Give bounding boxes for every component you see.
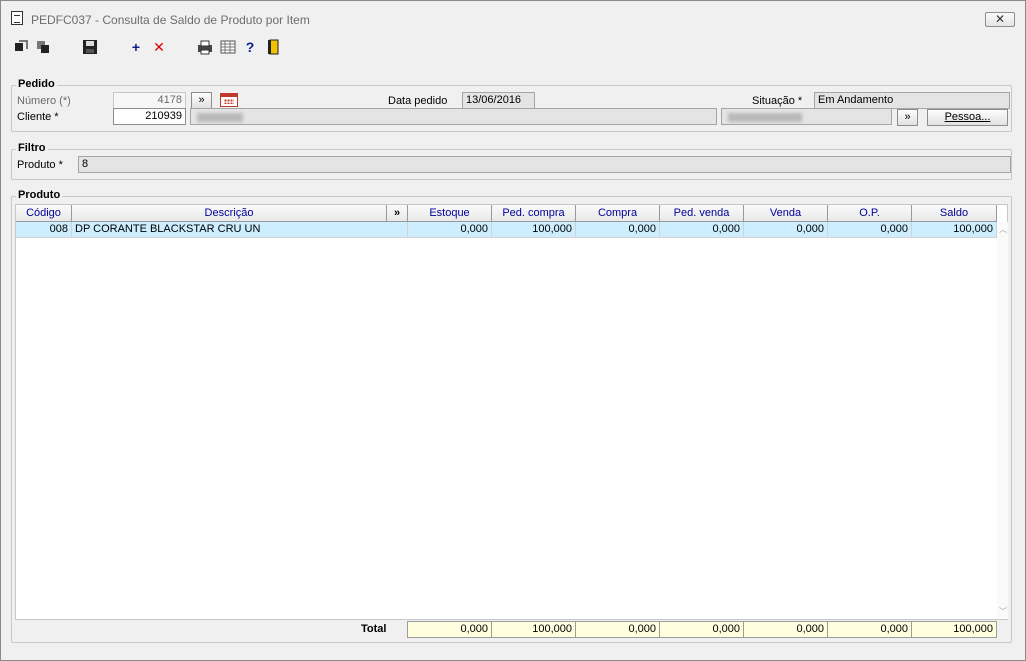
first-record-icon[interactable]: [13, 39, 29, 55]
cliente-document-field: [721, 108, 892, 125]
total-compra: 0,000: [575, 621, 660, 638]
cell-venda[interactable]: 0,000: [744, 222, 828, 238]
grid-header: Código Descrição » Estoque Ped. compra C…: [16, 205, 997, 222]
close-button[interactable]: ✕: [985, 12, 1015, 27]
print-icon[interactable]: [197, 39, 213, 55]
col-compra[interactable]: Compra: [576, 205, 660, 221]
total-saldo: 100,000: [911, 621, 997, 638]
produto-legend: Produto: [16, 189, 63, 201]
cliente-name-field: [190, 108, 717, 125]
cliente-lookup-button[interactable]: »: [897, 109, 918, 126]
cliente-field[interactable]: 210939: [113, 108, 186, 125]
produto-filter-label: Produto *: [17, 159, 63, 171]
spreadsheet-icon[interactable]: [220, 39, 236, 55]
help-icon[interactable]: ?: [242, 39, 258, 55]
data-pedido-field: 13/06/2016: [462, 92, 535, 109]
cell-saldo[interactable]: 100,000: [912, 222, 997, 238]
numero-label: Número (*): [17, 95, 71, 107]
col-descricao[interactable]: Descrição: [72, 205, 387, 221]
filtro-legend: Filtro: [16, 142, 48, 154]
title-bar: PEDFC037 - Consulta de Saldo de Produto …: [1, 1, 1025, 33]
document-icon: [11, 11, 23, 25]
cell-ped-venda[interactable]: 0,000: [660, 222, 744, 238]
situacao-field: Em Andamento: [814, 92, 1010, 109]
total-ped-venda: 0,000: [659, 621, 744, 638]
window-title: PEDFC037 - Consulta de Saldo de Produto …: [31, 13, 310, 27]
total-estoque: 0,000: [407, 621, 492, 638]
col-codigo[interactable]: Código: [16, 205, 72, 221]
table-row[interactable]: 008 DP CORANTE BLACKSTAR CRU UN 0,000 10…: [16, 222, 997, 238]
cell-ped-compra[interactable]: 100,000: [492, 222, 576, 238]
col-estoque[interactable]: Estoque: [408, 205, 492, 221]
total-op: 0,000: [827, 621, 912, 638]
delete-icon[interactable]: ✕: [151, 39, 167, 55]
calendar-icon[interactable]: [220, 93, 238, 107]
cell-descricao[interactable]: DP CORANTE BLACKSTAR CRU UN: [72, 222, 408, 238]
col-ped-venda[interactable]: Ped. venda: [660, 205, 744, 221]
produto-grid: Código Descrição » Estoque Ped. compra C…: [15, 204, 1008, 620]
add-icon[interactable]: +: [128, 39, 144, 55]
numero-field[interactable]: 4178: [113, 92, 186, 109]
produto-filter-field: 8: [78, 156, 1011, 173]
pessoa-button[interactable]: Pessoa...: [927, 109, 1008, 126]
col-ped-compra[interactable]: Ped. compra: [492, 205, 576, 221]
cell-codigo[interactable]: 008: [16, 222, 72, 238]
exit-icon[interactable]: [266, 39, 282, 55]
scroll-down-icon[interactable]: ﹀: [999, 608, 1007, 616]
expand-columns-button[interactable]: »: [387, 205, 408, 221]
data-pedido-label: Data pedido: [388, 95, 448, 107]
scroll-up-icon[interactable]: ︿: [999, 226, 1007, 234]
situacao-label: Situação *: [752, 95, 803, 107]
grid-scrollbar[interactable]: ︿ ﹀: [997, 222, 1008, 619]
cliente-label: Cliente *: [17, 111, 59, 123]
total-venda: 0,000: [743, 621, 828, 638]
numero-lookup-button[interactable]: »: [191, 92, 212, 109]
total-label: Total: [361, 623, 387, 635]
pedido-legend: Pedido: [16, 78, 57, 90]
col-venda[interactable]: Venda: [744, 205, 828, 221]
last-record-icon[interactable]: [35, 39, 51, 55]
main-window: PEDFC037 - Consulta de Saldo de Produto …: [0, 0, 1026, 661]
cell-op[interactable]: 0,000: [828, 222, 912, 238]
col-saldo[interactable]: Saldo: [912, 205, 997, 221]
cell-compra[interactable]: 0,000: [576, 222, 660, 238]
col-op[interactable]: O.P.: [828, 205, 912, 221]
cell-estoque[interactable]: 0,000: [408, 222, 492, 238]
total-ped-compra: 100,000: [491, 621, 576, 638]
save-icon[interactable]: [82, 39, 98, 55]
